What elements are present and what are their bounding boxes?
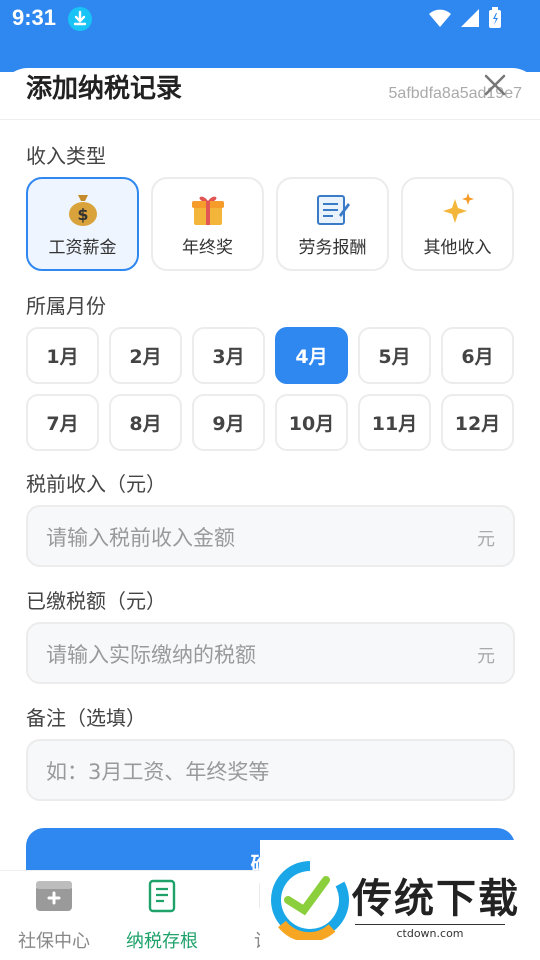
- tax-paid-placeholder: 请输入实际缴纳的税额: [46, 643, 256, 667]
- income-type-bonus[interactable]: 年终奖: [151, 177, 264, 271]
- pre-tax-income-placeholder: 请输入税前收入金额: [46, 526, 235, 550]
- month-button[interactable]: 12月: [441, 394, 514, 451]
- month-label: 所属月份: [26, 294, 106, 318]
- signal-icon: [460, 8, 480, 32]
- wallet-icon: [34, 879, 74, 917]
- pre-tax-income-label: 税前收入（元）: [26, 472, 166, 496]
- month-button[interactable]: 10月: [275, 394, 348, 451]
- remark-input[interactable]: 如：3月工资、年终奖等: [26, 739, 515, 801]
- svg-text:$: $: [77, 205, 88, 224]
- income-type-label-text: 劳务报酬: [298, 237, 367, 258]
- download-icon: [68, 7, 92, 31]
- month-button[interactable]: 11月: [358, 394, 431, 451]
- tax-paid-unit: 元: [477, 646, 495, 667]
- close-icon: [484, 74, 506, 96]
- month-button-selected[interactable]: 4月: [275, 327, 348, 384]
- close-button[interactable]: [480, 70, 510, 100]
- nav-tax-stub[interactable]: 纳税存根: [112, 879, 212, 953]
- month-button[interactable]: 3月: [192, 327, 265, 384]
- tax-paid-label: 已缴税额（元）: [26, 589, 166, 613]
- add-tax-record-sheet: 添加纳税记录 5afbdfa8a5ad19e7 收入类型 $ 工资薪金 年终奖 …: [0, 68, 540, 870]
- tax-receipt-icon: [145, 879, 179, 917]
- income-type-label-text: 工资薪金: [48, 237, 117, 258]
- wifi-icon: [428, 8, 452, 32]
- money-bag-icon: $: [65, 191, 101, 227]
- month-button[interactable]: 6月: [441, 327, 514, 384]
- battery-icon: [488, 7, 502, 33]
- income-type-salary[interactable]: $ 工资薪金: [26, 177, 139, 271]
- month-options: 1月 2月 3月 4月 5月 6月 7月 8月 9月 10月 11月 12月: [26, 327, 515, 451]
- status-bar: 9:31: [0, 0, 540, 72]
- nav-label: 纳税存根: [126, 931, 198, 952]
- month-button[interactable]: 1月: [26, 327, 99, 384]
- pre-tax-income-input[interactable]: 请输入税前收入金额 元: [26, 505, 515, 567]
- watermark-logo: 传统下载 ctdown.com: [260, 840, 540, 960]
- pre-tax-income-unit: 元: [477, 529, 495, 550]
- nav-label: 社保中心: [18, 931, 90, 952]
- income-type-label-text: 其他收入: [423, 237, 492, 258]
- month-button[interactable]: 7月: [26, 394, 99, 451]
- month-button[interactable]: 8月: [109, 394, 182, 451]
- watermark-subtext: ctdown.com: [355, 924, 505, 940]
- month-button[interactable]: 2月: [109, 327, 182, 384]
- status-time: 9:31: [12, 5, 57, 30]
- nav-social-security[interactable]: 社保中心: [4, 879, 104, 953]
- tax-paid-input[interactable]: 请输入实际缴纳的税额 元: [26, 622, 515, 684]
- sheet-title: 添加纳税记录: [26, 74, 183, 104]
- watermark-text: 传统下载: [352, 876, 520, 922]
- watermark-icon: [271, 861, 349, 940]
- month-button[interactable]: 9月: [192, 394, 265, 451]
- income-type-labor[interactable]: 劳务报酬: [276, 177, 389, 271]
- gift-icon: [190, 191, 226, 227]
- income-type-options: $ 工资薪金 年终奖 劳务报酬 其他收入: [26, 177, 514, 271]
- memo-icon: [315, 191, 351, 227]
- sparkles-icon: [440, 191, 476, 227]
- income-type-label: 收入类型: [26, 144, 106, 168]
- header-divider: [0, 119, 540, 120]
- income-type-other[interactable]: 其他收入: [401, 177, 514, 271]
- remark-label: 备注（选填）: [26, 706, 146, 730]
- income-type-label-text: 年终奖: [182, 237, 233, 258]
- remark-placeholder: 如：3月工资、年终奖等: [46, 760, 270, 784]
- month-button[interactable]: 5月: [358, 327, 431, 384]
